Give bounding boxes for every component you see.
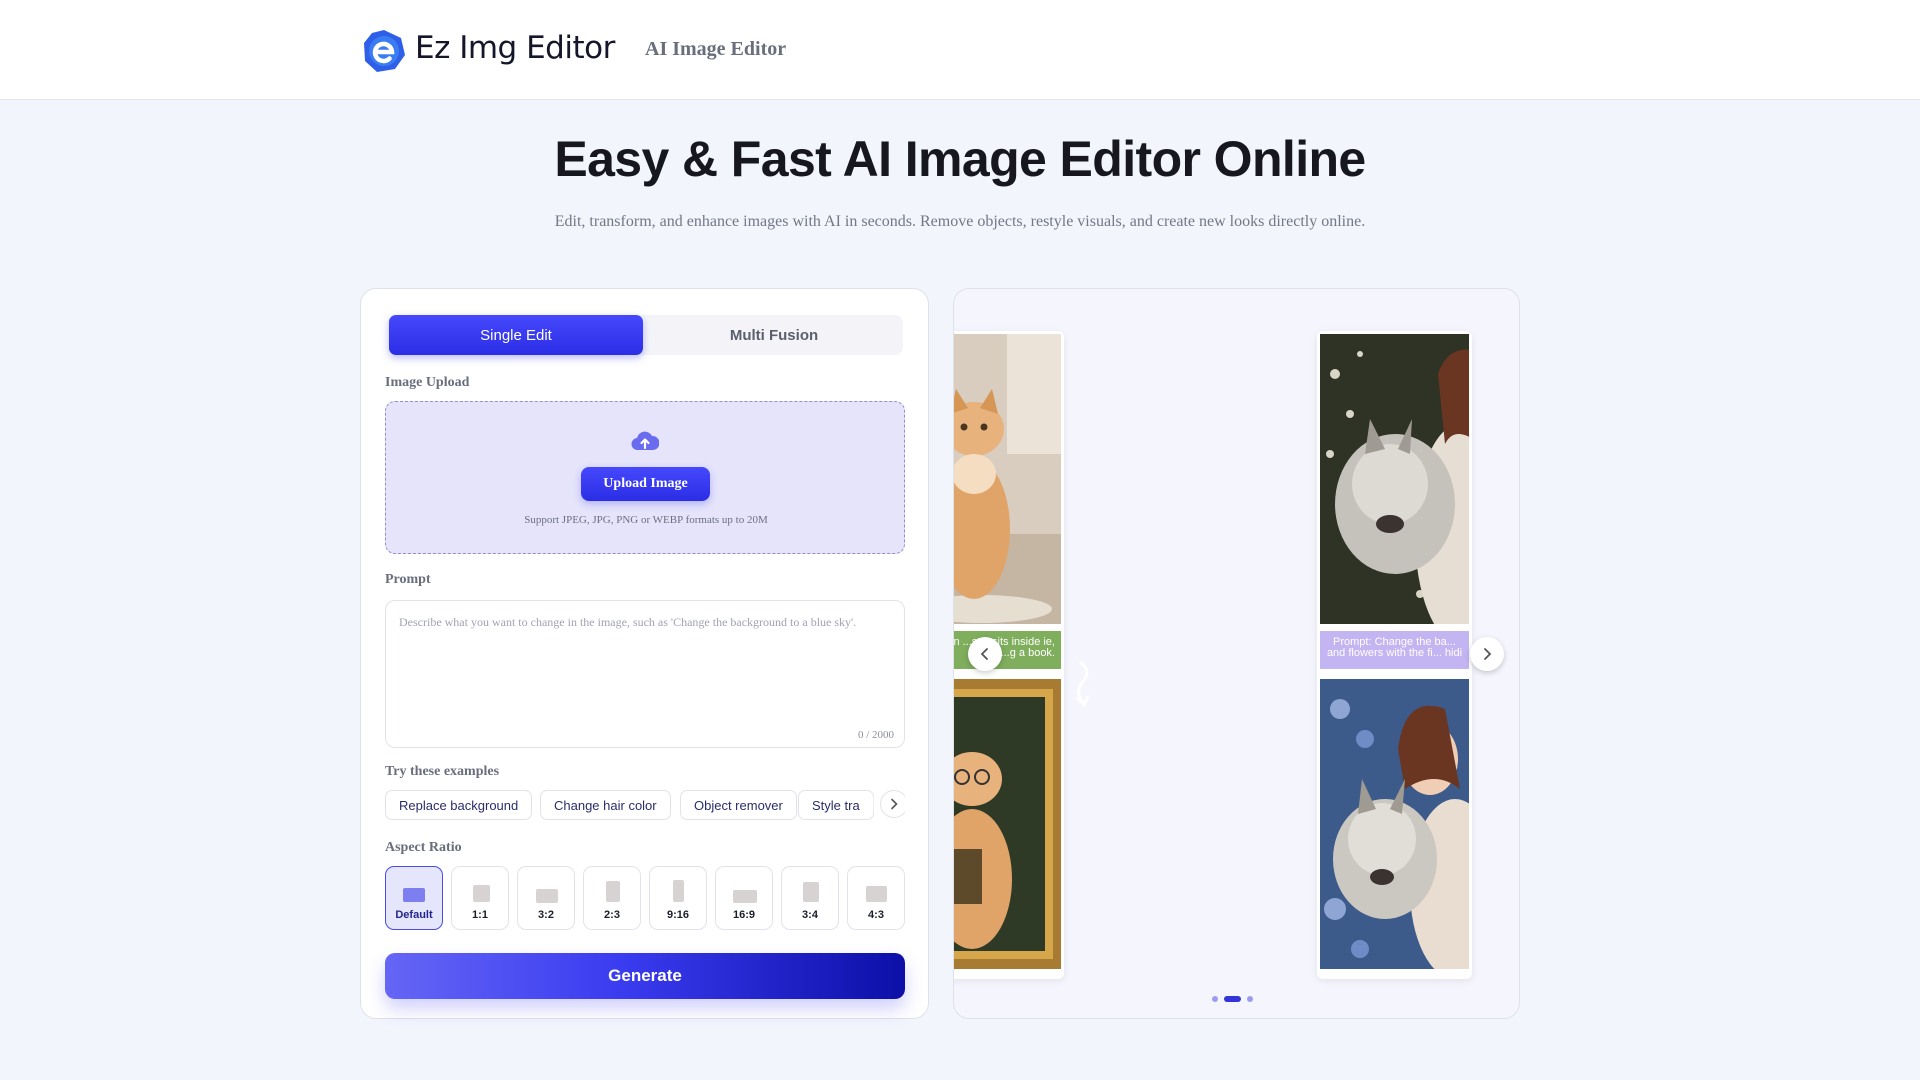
prompt-label: Prompt <box>385 572 431 587</box>
aspect-ratio-16-9[interactable]: 16:9 <box>715 866 773 930</box>
aspect-ratio-options: Default 1:1 3:2 2:3 9:16 16:9 3:4 4:3 <box>385 866 905 930</box>
wolf-after-image <box>1320 679 1469 969</box>
examples-next-button[interactable] <box>880 790 905 818</box>
aspect-ratio-2-3[interactable]: 2:3 <box>583 866 641 930</box>
generate-button[interactable]: Generate <box>385 953 905 999</box>
image-upload-label: Image Upload <box>385 375 470 390</box>
logo-icon[interactable] <box>362 29 406 73</box>
carousel-prev-button[interactable] <box>968 637 1002 671</box>
page-subtitle: Edit, transform, and enhance images with… <box>554 213 1366 230</box>
prompt-char-counter: 0 / 2000 <box>857 729 894 741</box>
example-chip-replace-background[interactable]: Replace background <box>385 790 533 820</box>
mode-tabs: Single Edit Multi Fusion <box>389 315 903 355</box>
carousel-pagination <box>1212 995 1272 1003</box>
editor-panel: Single Edit Multi Fusion Image Upload Up… <box>360 288 929 1019</box>
upload-image-button[interactable]: Upload Image <box>581 467 710 501</box>
aspect-ratio-label: Aspect Ratio <box>385 840 462 855</box>
examples-label: Try these examples <box>385 764 500 779</box>
example-chip-style-transfer[interactable]: Style tra <box>798 790 874 820</box>
aspect-ratio-3-2[interactable]: 3:2 <box>517 866 575 930</box>
wolf-prompt-caption: Prompt: Change the ba... and flowers wit… <box>1320 631 1469 669</box>
brand-name[interactable]: Ez Img Editor <box>415 30 615 66</box>
chevron-right-icon <box>891 798 898 810</box>
aspect-ratio-9-16[interactable]: 9:16 <box>649 866 707 930</box>
carousel-dot-1[interactable] <box>1212 996 1218 1002</box>
showcase-card-wolf: Prompt: Change the ba... and flowers wit… <box>1317 331 1472 979</box>
page-title: Easy & Fast AI Image Editor Online <box>554 131 1366 187</box>
chevron-right-icon <box>1484 648 1492 660</box>
carousel-dot-2[interactable] <box>1224 996 1241 1002</box>
cat-before-image <box>954 334 1061 624</box>
tab-multi-fusion[interactable]: Multi Fusion <box>647 315 901 355</box>
aspect-ratio-3-4[interactable]: 3:4 <box>781 866 839 930</box>
chevron-left-icon <box>980 648 988 660</box>
example-chip-object-remover[interactable]: Object remover <box>680 790 797 820</box>
carousel-next-button[interactable] <box>1470 637 1504 671</box>
prompt-input[interactable]: Describe what you want to change in the … <box>385 600 905 748</box>
nav-ai-image-editor[interactable]: AI Image Editor <box>645 38 786 61</box>
site-header: Ez Img Editor AI Image Editor <box>0 0 1920 100</box>
aspect-ratio-1-1[interactable]: 1:1 <box>451 866 509 930</box>
tab-single-edit[interactable]: Single Edit <box>389 315 643 355</box>
cloud-upload-icon <box>631 431 659 451</box>
prompt-placeholder: Describe what you want to change in the … <box>399 615 857 629</box>
examples-row: Replace background Change hair color Obj… <box>385 790 905 820</box>
showcase-carousel: arian ...ses sits inside ie, ...g a book… <box>953 288 1520 1019</box>
wolf-before-image <box>1320 334 1469 624</box>
aspect-ratio-default[interactable]: Default <box>385 866 443 930</box>
carousel-dot-3[interactable] <box>1247 996 1253 1002</box>
cat-after-image <box>954 679 1061 969</box>
upload-format-note: Support JPEG, JPG, PNG or WEBP formats u… <box>524 514 768 526</box>
transform-arrow-icon <box>1076 661 1090 708</box>
upload-dropzone[interactable]: Upload Image Support JPEG, JPG, PNG or W… <box>385 401 905 554</box>
aspect-ratio-4-3[interactable]: 4:3 <box>847 866 905 930</box>
example-chip-change-hair-color[interactable]: Change hair color <box>540 790 671 820</box>
